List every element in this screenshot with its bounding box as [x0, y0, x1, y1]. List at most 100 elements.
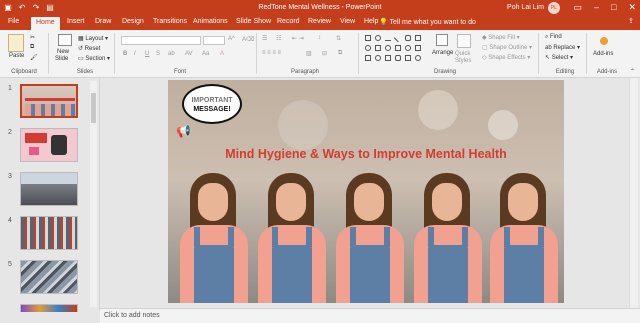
- tab-slide-show[interactable]: Slide Show: [236, 18, 271, 25]
- tell-me-search[interactable]: 💡 Tell me what you want to do: [379, 18, 476, 26]
- shadow-icon[interactable]: ab: [168, 51, 175, 57]
- quick-styles-button[interactable]: Quick Styles: [455, 51, 477, 65]
- bubble-line-1: IMPORTANT: [191, 97, 233, 104]
- tab-draw[interactable]: Draw: [95, 18, 111, 25]
- smartart-icon[interactable]: ⧉: [338, 50, 342, 57]
- section-label: Section: [85, 56, 106, 62]
- shape-fill-button[interactable]: ◆ Shape Fill ▾: [482, 34, 520, 41]
- title-bar: ▣ ↶ ↷ ▤ RedTone Mental Wellness - PowerP…: [0, 0, 640, 16]
- woman-image-4: [408, 173, 488, 303]
- grow-font-icon[interactable]: A^: [228, 36, 235, 42]
- slides-panel: 1 2 3 4 5: [0, 78, 100, 312]
- tab-file[interactable]: File: [8, 18, 19, 25]
- slide-thumbnail-4[interactable]: [20, 216, 78, 250]
- tab-insert[interactable]: Insert: [67, 18, 85, 25]
- indent-icon[interactable]: ⇤ ⇥: [292, 35, 304, 42]
- editing-group-label: Editing: [555, 69, 575, 75]
- shape-effects-button[interactable]: ◇ Shape Effects ▾: [482, 54, 530, 61]
- font-size-field[interactable]: [203, 36, 225, 45]
- layout-label: Layout: [85, 36, 104, 42]
- bullets-icon[interactable]: ☰: [262, 35, 267, 42]
- tab-home[interactable]: Home: [31, 17, 60, 30]
- new-slide-button-2[interactable]: Slide: [55, 56, 68, 62]
- select-label: Select: [551, 55, 569, 61]
- tab-transitions[interactable]: Transitions: [153, 18, 187, 25]
- copy-icon[interactable]: ⧉: [30, 44, 34, 51]
- slide-thumbnail-1[interactable]: [20, 84, 78, 118]
- shape-outline-label: Shape Outline: [489, 45, 528, 51]
- thumb-number-2: 2: [8, 129, 12, 136]
- important-message-bubble: IMPORTANT MESSAGE!: [182, 84, 242, 124]
- tab-record[interactable]: Record: [277, 18, 300, 25]
- select-button[interactable]: ↖ Select ▾: [545, 54, 573, 61]
- minimize-icon[interactable]: –: [594, 2, 599, 13]
- reset-button[interactable]: ↺ Reset: [78, 45, 100, 52]
- clear-format-icon[interactable]: A⌫: [242, 36, 255, 43]
- woman-image-2: [252, 173, 332, 303]
- slide-thumbnail-2[interactable]: [20, 128, 78, 162]
- addins-button[interactable]: Add-ins: [593, 51, 613, 57]
- slides-panel-scrollbar[interactable]: [90, 81, 97, 307]
- tab-animations[interactable]: Animations: [193, 18, 228, 25]
- columns-icon[interactable]: ▥: [306, 50, 312, 57]
- shape-outline-button[interactable]: ▢ Shape Outline ▾: [482, 44, 532, 51]
- thumb-number-1: 1: [8, 85, 12, 92]
- paste-icon[interactable]: [8, 34, 24, 52]
- tab-design[interactable]: Design: [122, 18, 144, 25]
- italic-button[interactable]: I: [134, 51, 136, 57]
- current-slide[interactable]: IMPORTANT MESSAGE! 📢 Mind Hygiene & Ways…: [168, 80, 564, 303]
- notes-placeholder: Click to add notes: [104, 312, 160, 319]
- new-slide-button[interactable]: New: [57, 49, 69, 55]
- paste-button[interactable]: Paste: [9, 53, 24, 59]
- woman-image-1: [174, 173, 254, 303]
- share-icon[interactable]: ⇪: [628, 17, 634, 25]
- find-button[interactable]: ⌕ Find: [545, 34, 562, 41]
- tab-view[interactable]: View: [340, 18, 355, 25]
- replace-label: Replace: [553, 45, 576, 51]
- section-button[interactable]: ▭ Section ▾: [78, 55, 110, 62]
- layout-button[interactable]: ▦ Layout ▾: [78, 35, 108, 42]
- addins-icon[interactable]: [600, 37, 608, 45]
- numbering-icon[interactable]: ☷: [276, 35, 281, 42]
- bold-button[interactable]: B: [123, 51, 127, 57]
- text-direction-icon[interactable]: ⇅: [336, 35, 341, 42]
- notes-pane[interactable]: Click to add notes: [100, 308, 640, 323]
- arrange-button[interactable]: Arrange: [432, 50, 453, 56]
- addins-group-label: Add-ins: [596, 69, 618, 75]
- ribbon-display-icon[interactable]: ▭: [573, 2, 582, 13]
- align-text-icon[interactable]: ⊟: [322, 50, 327, 57]
- canvas-scrollbar[interactable]: [629, 78, 638, 308]
- tab-help[interactable]: Help: [364, 18, 378, 25]
- lightbulb-icon: 💡: [379, 19, 390, 26]
- strikethrough-button[interactable]: S: [156, 51, 160, 57]
- slide-thumbnail-6[interactable]: [20, 304, 78, 312]
- collapse-ribbon-icon[interactable]: ⌃: [630, 68, 635, 75]
- slides-group-label: Slides: [76, 69, 94, 75]
- user-name[interactable]: Poh Lai Lim: [507, 4, 544, 11]
- maximize-icon[interactable]: □: [611, 2, 616, 13]
- new-slide-icon[interactable]: [58, 34, 72, 46]
- window-title: RedTone Mental Wellness - PowerPoint: [258, 4, 382, 11]
- thumb-number-4: 4: [8, 217, 12, 224]
- font-name-field[interactable]: [121, 36, 201, 45]
- replace-button[interactable]: ab Replace ▾: [545, 44, 580, 51]
- reset-label: Reset: [84, 46, 101, 52]
- change-case-icon[interactable]: Aa: [202, 51, 209, 57]
- avatar[interactable]: PL: [548, 2, 560, 14]
- char-spacing-icon[interactable]: AV: [185, 51, 193, 57]
- tab-review[interactable]: Review: [308, 18, 331, 25]
- align-icons[interactable]: ≡ ≡ ≡ ≡: [262, 50, 281, 56]
- underline-button[interactable]: U: [145, 51, 149, 57]
- cut-icon[interactable]: ✂: [30, 34, 35, 41]
- close-icon[interactable]: ✕: [628, 2, 636, 13]
- font-color-icon[interactable]: A: [220, 51, 224, 57]
- shape-effects-label: Shape Effects: [488, 55, 526, 61]
- slide-thumbnail-5[interactable]: [20, 260, 78, 294]
- arrange-icon[interactable]: [436, 34, 448, 46]
- format-painter-icon[interactable]: 🖌: [30, 54, 38, 61]
- paragraph-group-label: Paragraph: [290, 69, 320, 75]
- quick-styles-icon[interactable]: [457, 34, 471, 48]
- slide-thumbnail-3[interactable]: [20, 172, 78, 206]
- bubble-line-2: MESSAGE!: [193, 106, 231, 113]
- line-spacing-icon[interactable]: ↕: [318, 35, 321, 41]
